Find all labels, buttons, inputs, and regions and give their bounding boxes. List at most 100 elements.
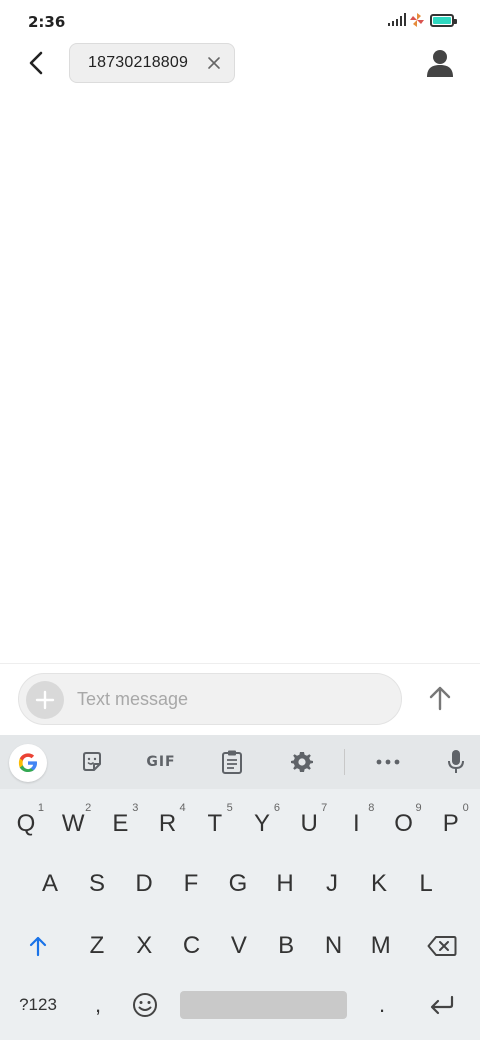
key-label: U bbox=[300, 810, 318, 837]
backspace-icon bbox=[427, 936, 457, 956]
key-e[interactable]: E3 bbox=[98, 795, 142, 853]
key-label: G bbox=[228, 870, 248, 897]
key-u[interactable]: U7 bbox=[287, 795, 331, 853]
message-list bbox=[0, 96, 480, 662]
space-key[interactable] bbox=[180, 991, 347, 1019]
send-button[interactable] bbox=[424, 682, 456, 714]
key-hint: 8 bbox=[368, 802, 375, 814]
key-label: Z bbox=[89, 932, 105, 959]
key-hint: 4 bbox=[179, 802, 186, 814]
settings-button[interactable] bbox=[288, 747, 316, 777]
key-label: X bbox=[136, 932, 153, 959]
key-label: L bbox=[419, 870, 433, 897]
back-button[interactable] bbox=[20, 46, 52, 80]
attach-button[interactable] bbox=[26, 681, 64, 719]
key-label: H bbox=[276, 870, 294, 897]
key-label: J bbox=[326, 870, 338, 897]
message-input[interactable] bbox=[77, 674, 387, 724]
recipient-chip[interactable]: 18730218809 bbox=[69, 43, 235, 83]
key-label: B bbox=[278, 932, 295, 959]
voice-button[interactable] bbox=[442, 747, 470, 777]
key-label: I bbox=[353, 810, 360, 837]
shift-key[interactable] bbox=[16, 917, 60, 975]
key-hint: 7 bbox=[321, 802, 328, 814]
key-v[interactable]: V bbox=[217, 917, 261, 975]
key-label: A bbox=[41, 870, 58, 897]
clipboard-button[interactable] bbox=[218, 747, 246, 777]
plus-icon bbox=[35, 690, 55, 710]
key-hint: 3 bbox=[132, 802, 139, 814]
key-label: C bbox=[182, 932, 201, 959]
pinwheel-icon bbox=[410, 13, 424, 27]
key-d[interactable]: D bbox=[122, 855, 166, 913]
signal-icon bbox=[388, 13, 406, 26]
key-label: W bbox=[61, 810, 85, 837]
key-i[interactable]: I8 bbox=[334, 795, 378, 853]
key-hint: 2 bbox=[85, 802, 92, 814]
key-hint: 1 bbox=[37, 802, 44, 814]
key-a[interactable]: A bbox=[28, 855, 72, 913]
key-c[interactable]: C bbox=[170, 917, 214, 975]
key-t[interactable]: T5 bbox=[193, 795, 237, 853]
key-m[interactable]: M bbox=[359, 917, 403, 975]
more-button[interactable] bbox=[374, 747, 402, 777]
battery-icon bbox=[430, 14, 457, 27]
keyboard: G I F ?123 , . Q 1 W 2 E 3 R 4 T 5 Y 6 U 7… bbox=[0, 735, 480, 1040]
key-k[interactable]: K bbox=[357, 855, 401, 913]
gif-button[interactable]: GIF bbox=[142, 747, 180, 777]
emoji-icon bbox=[133, 993, 157, 1017]
person-icon[interactable] bbox=[426, 48, 454, 78]
key-f[interactable]: F bbox=[169, 855, 213, 913]
gear-icon bbox=[291, 752, 313, 772]
key-label: Y bbox=[253, 810, 270, 837]
clipboard-icon bbox=[222, 750, 242, 774]
compose-bar bbox=[18, 673, 402, 725]
key-z[interactable]: Z bbox=[75, 917, 119, 975]
symbols-key[interactable]: ?123 bbox=[12, 977, 64, 1033]
key-j[interactable]: J bbox=[310, 855, 354, 913]
key-label: O bbox=[394, 810, 413, 837]
key-label: N bbox=[324, 932, 343, 959]
key-hint: 0 bbox=[462, 802, 469, 814]
key-label: D bbox=[135, 870, 153, 897]
remove-recipient-icon[interactable] bbox=[206, 55, 222, 71]
key-y[interactable]: Y6 bbox=[240, 795, 284, 853]
key-w[interactable]: W2 bbox=[51, 795, 95, 853]
key-o[interactable]: O9 bbox=[382, 795, 426, 853]
key-label: Q bbox=[16, 810, 36, 837]
sticker-button[interactable] bbox=[78, 747, 106, 777]
key-hint: 9 bbox=[415, 802, 422, 814]
key-label: P bbox=[442, 810, 459, 837]
more-dots-icon bbox=[376, 759, 400, 765]
status-time: 2:36 bbox=[28, 13, 66, 31]
key-h[interactable]: H bbox=[263, 855, 307, 913]
google-icon bbox=[18, 753, 37, 772]
sticker-icon bbox=[83, 752, 101, 771]
recipient-number: 18730218809 bbox=[88, 54, 189, 71]
key-l[interactable]: L bbox=[404, 855, 448, 913]
key-q[interactable]: Q1 bbox=[4, 795, 48, 853]
key-r[interactable]: R4 bbox=[146, 795, 190, 853]
key-label: V bbox=[230, 932, 247, 959]
enter-key[interactable] bbox=[422, 977, 462, 1033]
key-s[interactable]: S bbox=[75, 855, 119, 913]
google-button[interactable] bbox=[9, 744, 47, 782]
emoji-key[interactable] bbox=[126, 977, 164, 1033]
screen: 2:36 18730218809 Text message GIF ?123 ,… bbox=[0, 0, 480, 1040]
key-b[interactable]: B bbox=[264, 917, 308, 975]
status-bar: 2:36 bbox=[0, 0, 480, 44]
key-g[interactable]: G bbox=[216, 855, 260, 913]
key-p[interactable]: P0 bbox=[429, 795, 473, 853]
compose-divider bbox=[0, 663, 480, 664]
key-label: M bbox=[370, 932, 391, 959]
key-n[interactable]: N bbox=[312, 917, 356, 975]
key-label: K bbox=[370, 870, 387, 897]
enter-icon bbox=[430, 995, 454, 1015]
send-arrow-icon bbox=[429, 686, 451, 711]
period-key[interactable]: . bbox=[364, 977, 400, 1033]
comma-key[interactable]: , bbox=[80, 977, 116, 1033]
backspace-key[interactable] bbox=[420, 917, 464, 975]
key-label: T bbox=[207, 810, 223, 837]
key-hint: 6 bbox=[273, 802, 280, 814]
key-x[interactable]: X bbox=[122, 917, 166, 975]
